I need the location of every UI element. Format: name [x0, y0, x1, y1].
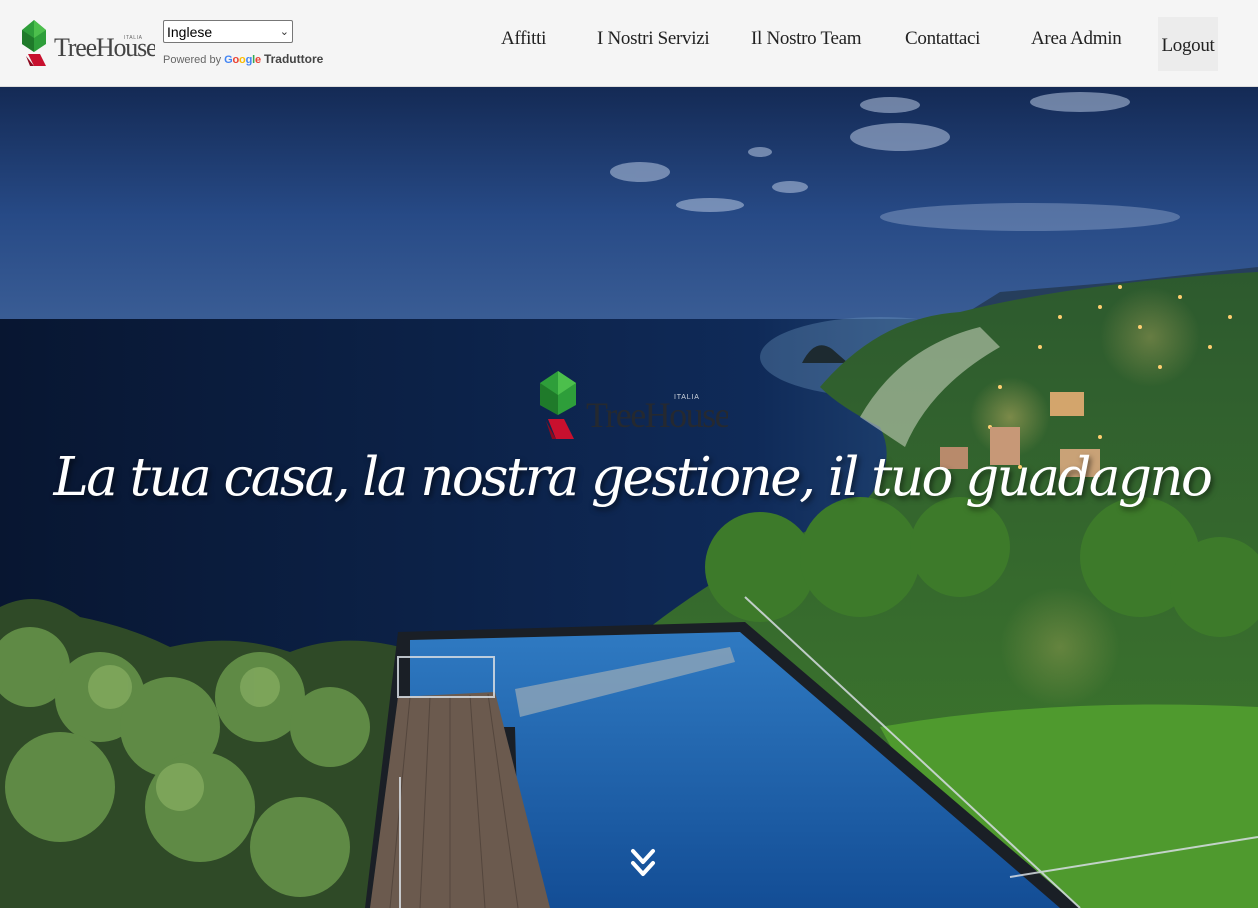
nav-item-team[interactable]: Il Nostro Team — [751, 28, 862, 50]
powered-by-google: Powered by Google Traduttore — [163, 52, 324, 66]
hero-logo: TreeHouse ITALIA — [538, 369, 731, 444]
google-translate-widget: Inglese ⌄ Powered by Google Traduttore — [163, 20, 324, 66]
svg-text:ITALIA: ITALIA — [674, 394, 700, 401]
svg-text:TreeHouse: TreeHouse — [586, 395, 728, 435]
hero-tagline: La tua casa, la nostra gestione, il tuo … — [53, 447, 1213, 508]
google-logo: Google — [224, 54, 261, 66]
site-header: TreeHouse ITALIA Inglese ⌄ Powered by Go… — [0, 0, 1258, 87]
nav-item-servizi[interactable]: I Nostri Servizi — [597, 28, 710, 50]
nav-item-affitti[interactable]: Affitti — [501, 28, 546, 50]
language-select-value: Inglese — [167, 23, 213, 40]
chevron-down-icon: ⌄ — [279, 26, 289, 38]
language-select[interactable]: Inglese ⌄ — [163, 20, 293, 43]
logout-button[interactable]: Logout — [1158, 17, 1218, 71]
nav-item-contattaci[interactable]: Contattaci — [905, 28, 980, 50]
treehouse-logo[interactable]: TreeHouse ITALIA — [20, 18, 155, 70]
nav-item-area-admin[interactable]: Area Admin — [1031, 28, 1122, 50]
svg-text:ITALIA: ITALIA — [124, 35, 143, 41]
translator-link[interactable]: Traduttore — [264, 52, 323, 66]
hero-section: TreeHouse ITALIA La tua casa, la nostra … — [0, 87, 1258, 908]
double-chevron-down-icon[interactable] — [628, 845, 658, 885]
